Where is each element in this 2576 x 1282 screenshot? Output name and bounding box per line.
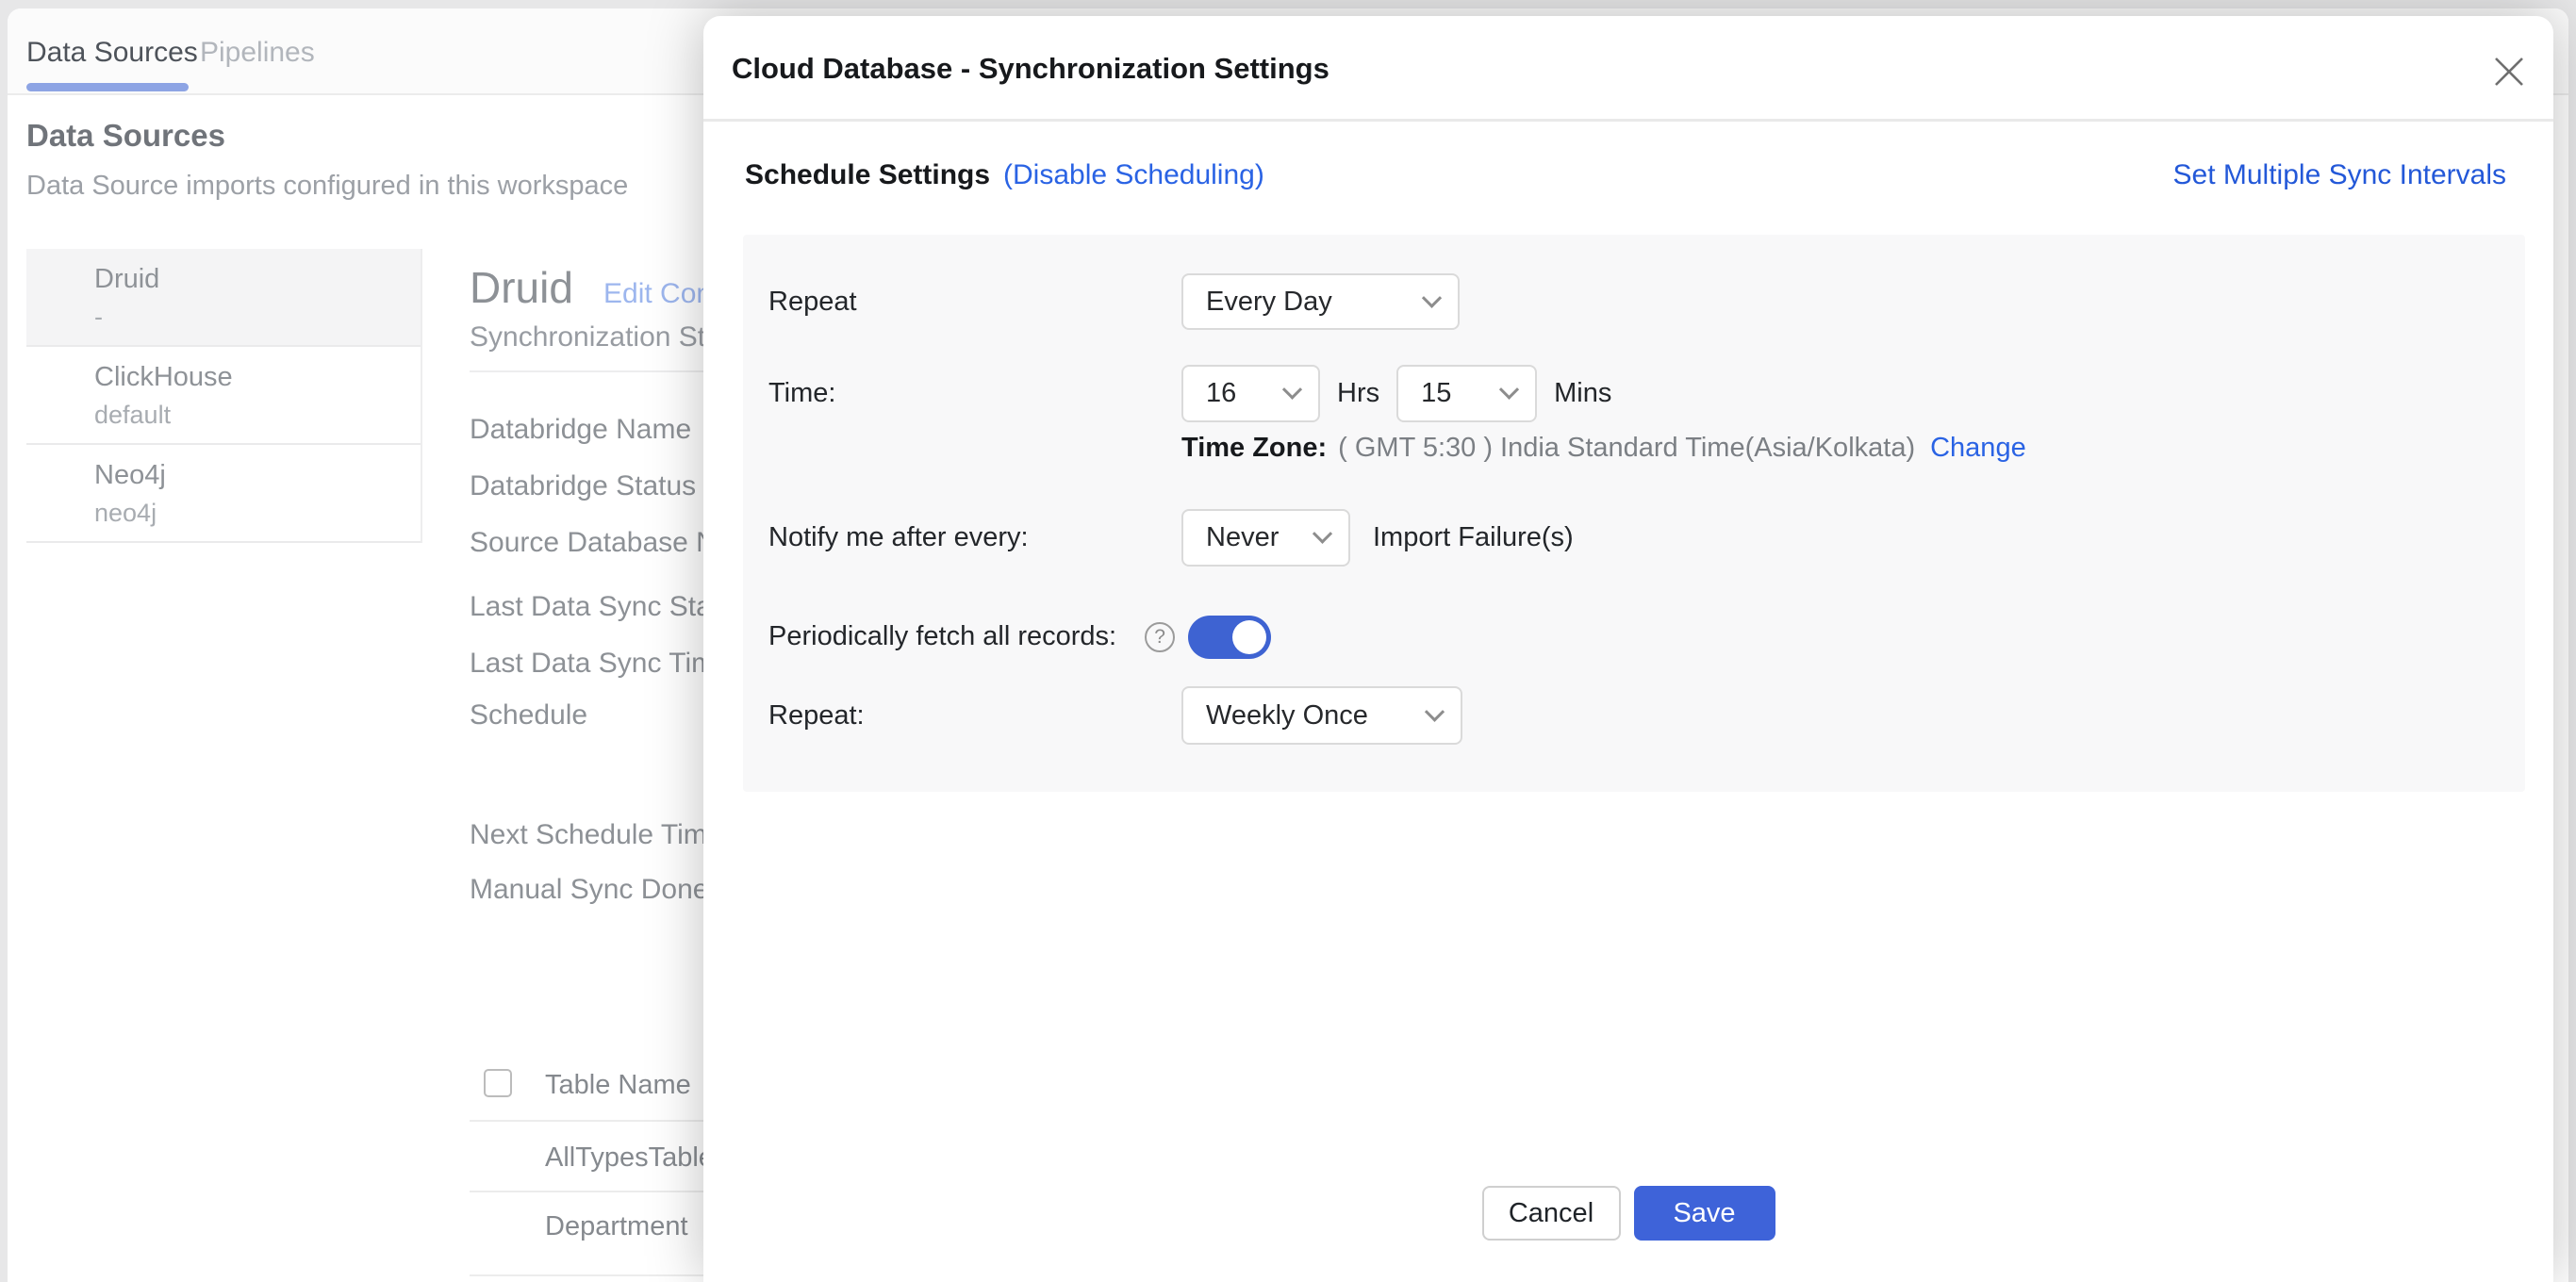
field-label: Manual Sync Done — [470, 874, 708, 906]
schedule-form-panel: Repeat Every Day Time: 16 Hrs 15 Mins Ti… — [743, 235, 2525, 792]
source-sub: default — [94, 401, 421, 430]
data-source-list: Druid - ClickHouse default Neo4j neo4j — [26, 249, 422, 543]
timezone-value: ( GMT 5:30 ) India Standard Time(Asia/Ko… — [1338, 433, 1915, 464]
table-name-header: Table Name — [545, 1070, 691, 1101]
help-icon[interactable]: ? — [1145, 622, 1175, 652]
sync-settings-modal: Cloud Database - Synchronization Setting… — [703, 16, 2553, 1282]
notify-label: Notify me after every: — [768, 522, 1181, 553]
set-multiple-sync-intervals-link[interactable]: Set Multiple Sync Intervals — [2173, 159, 2506, 191]
repeat-row: Repeat Every Day — [743, 273, 2525, 330]
chevron-down-icon — [1282, 380, 1302, 400]
modal-title: Cloud Database - Synchronization Setting… — [732, 52, 1329, 86]
list-item-neo4j[interactable]: Neo4j neo4j — [26, 445, 421, 543]
page-title: Data Sources — [26, 118, 225, 154]
schedule-settings-heading: Schedule Settings — [745, 159, 990, 191]
field-label: Databridge Status — [470, 470, 696, 502]
hours-select[interactable]: 16 — [1181, 365, 1320, 422]
detail-subtitle: Synchronization Stat — [470, 321, 729, 353]
select-all-checkbox[interactable] — [484, 1069, 512, 1097]
time-label: Time: — [768, 378, 1181, 409]
fetch-repeat-select[interactable]: Weekly Once — [1181, 686, 1462, 745]
chevron-down-icon — [1499, 380, 1519, 400]
tab-pipelines[interactable]: Pipelines — [200, 37, 315, 69]
active-tab-underline — [26, 83, 189, 91]
minutes-unit-label: Mins — [1554, 378, 1611, 409]
fetch-repeat-select-value: Weekly Once — [1206, 700, 1368, 731]
field-label: Last Data Sync Statu — [470, 591, 735, 623]
timezone-change-link[interactable]: Change — [1930, 433, 2026, 464]
source-name: ClickHouse — [94, 362, 421, 393]
repeat-label: Repeat — [768, 287, 1181, 318]
minutes-select[interactable]: 15 — [1396, 365, 1537, 422]
chevron-down-icon — [1313, 524, 1332, 544]
minutes-value: 15 — [1421, 378, 1451, 409]
toggle-knob — [1232, 620, 1266, 654]
table-row[interactable]: Department — [545, 1211, 688, 1242]
chevron-down-icon — [1422, 288, 1442, 307]
notify-select[interactable]: Never — [1181, 509, 1350, 567]
hours-value: 16 — [1206, 378, 1236, 409]
list-item-clickhouse[interactable]: ClickHouse default — [26, 347, 421, 445]
source-sub: - — [94, 303, 421, 332]
hours-unit-label: Hrs — [1337, 378, 1379, 409]
repeat-select-value: Every Day — [1206, 287, 1332, 318]
fetch-repeat-row: Repeat: Weekly Once — [743, 686, 2525, 745]
field-label: Next Schedule Time — [470, 819, 722, 851]
modal-footer: Cancel Save — [703, 1186, 2553, 1241]
timezone-line: Time Zone: ( GMT 5:30 ) India Standard T… — [1181, 429, 2026, 467]
field-label: Source Database Na — [470, 527, 733, 559]
repeat-select[interactable]: Every Day — [1181, 273, 1460, 330]
disable-scheduling-link[interactable]: (Disable Scheduling) — [1003, 159, 1264, 191]
import-failures-label: Import Failure(s) — [1373, 522, 1574, 553]
cancel-button[interactable]: Cancel — [1482, 1186, 1621, 1241]
fetch-toggle[interactable] — [1188, 616, 1271, 659]
field-label: Schedule — [470, 699, 587, 731]
source-name: Neo4j — [94, 460, 421, 491]
time-row: Time: 16 Hrs 15 Mins — [743, 365, 2525, 422]
fetch-label: Periodically fetch all records: — [768, 621, 1116, 652]
modal-header: Cloud Database - Synchronization Setting… — [703, 16, 2553, 122]
timezone-label: Time Zone: — [1181, 433, 1327, 464]
list-item-druid[interactable]: Druid - — [26, 249, 421, 347]
detail-title: Druid — [470, 262, 573, 313]
close-icon[interactable] — [2487, 50, 2531, 93]
notify-select-value: Never — [1206, 522, 1279, 553]
source-sub: neo4j — [94, 499, 421, 528]
notify-row: Notify me after every: Never Import Fail… — [743, 509, 2525, 567]
chevron-down-icon — [1425, 701, 1445, 721]
fetch-row: Periodically fetch all records: ? — [743, 606, 2525, 667]
field-label: Last Data Sync Time — [470, 648, 731, 680]
field-label: Databridge Name — [470, 414, 691, 446]
table-row[interactable]: AllTypesTable — [545, 1142, 714, 1174]
save-button[interactable]: Save — [1634, 1186, 1775, 1241]
tab-data-sources[interactable]: Data Sources — [26, 37, 198, 69]
source-name: Druid — [94, 264, 421, 295]
fetch-repeat-label: Repeat: — [768, 700, 1181, 731]
